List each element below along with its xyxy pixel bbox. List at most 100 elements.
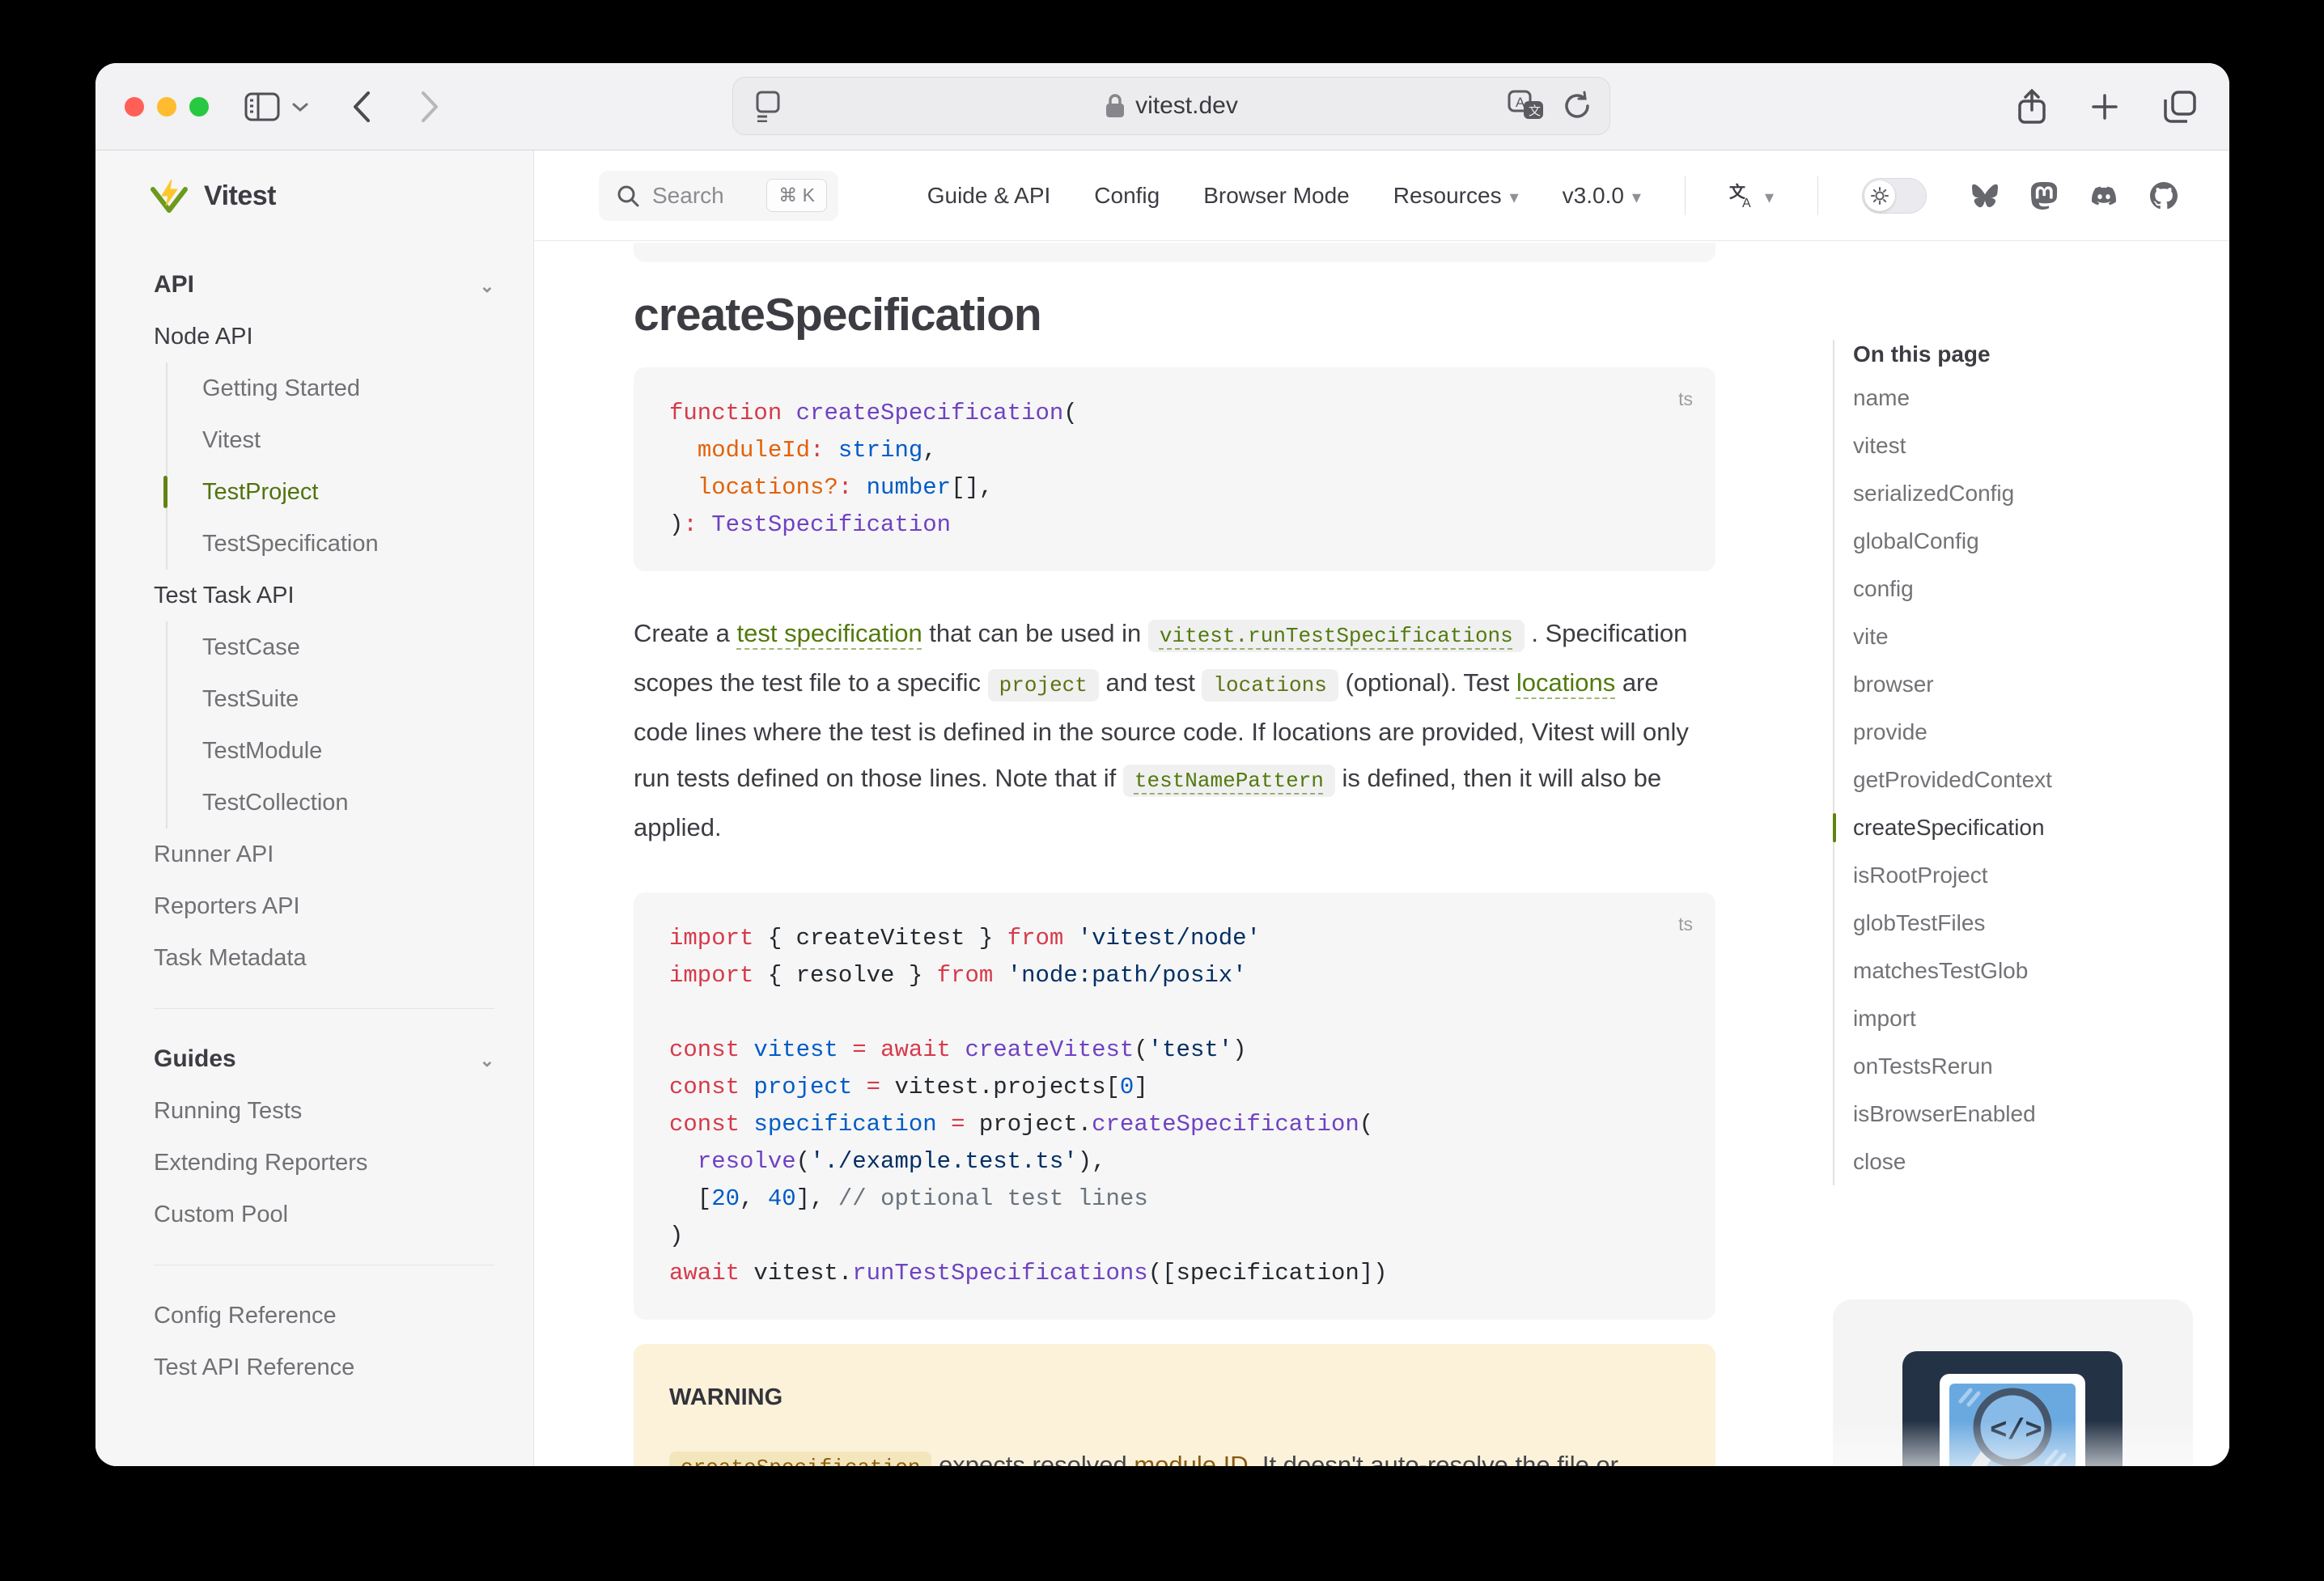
search-button[interactable]: Search ⌘ K (599, 171, 838, 221)
sidebar-item-task-metadata[interactable]: Task Metadata (154, 932, 494, 984)
inline-code-link[interactable]: vitest.runTestSpecifications (1148, 620, 1525, 652)
sidebar-item-getting-started[interactable]: Getting Started (202, 362, 494, 414)
code-lang-badge: ts (1678, 380, 1693, 418)
outline-item-close[interactable]: close (1853, 1138, 2193, 1185)
sidebar-nav: API ⌄ Node API Getting StartedVitestTestPro… (95, 241, 533, 1393)
sidebar-item-testcase[interactable]: TestCase (202, 621, 494, 673)
sponsor-card[interactable]: </> (1833, 1299, 2193, 1466)
sidebar-item-reporters-api[interactable]: Reporters API (154, 880, 494, 932)
outline-item-globalconfig[interactable]: globalConfig (1853, 517, 2193, 565)
chevron-down-icon: ▾ (1765, 187, 1774, 208)
sidebar-item-testsuite[interactable]: TestSuite (202, 673, 494, 725)
browser-toolbar: vitest.dev A 文 (95, 63, 2229, 150)
warning-title: WARNING (669, 1375, 1680, 1421)
sidebar-item-extending-reporters[interactable]: Extending Reporters (154, 1137, 494, 1189)
outline-item-vite[interactable]: vite (1853, 612, 2193, 660)
inline-code-link[interactable]: testNamePattern (1123, 765, 1335, 797)
doc-link[interactable]: locations (1516, 668, 1615, 697)
chevron-down-icon[interactable]: ⌄ (480, 1050, 494, 1071)
sidebar-toggle-icon[interactable] (244, 92, 280, 121)
lock-icon (1105, 93, 1126, 119)
outline-item-matchestestglob[interactable]: matchesTestGlob (1853, 947, 2193, 994)
outline-item-isrootproject[interactable]: isRootProject (1853, 851, 2193, 899)
browser-window: vitest.dev A 文 (95, 63, 2229, 1466)
sidebar-item-label: API (154, 271, 194, 299)
sidebar-item-label: Node API (154, 324, 253, 350)
logo-text: Vitest (204, 180, 276, 212)
sidebar-item-api[interactable]: API ⌄ (154, 259, 494, 311)
doc-link[interactable]: module ID (1134, 1451, 1248, 1466)
new-tab-icon[interactable] (2090, 92, 2119, 121)
sidebar-item-testcollection[interactable]: TestCollection (202, 777, 494, 829)
logo[interactable]: Vitest (95, 150, 533, 241)
sidebar-item-testproject[interactable]: TestProject (202, 466, 494, 518)
code-line: import { resolve } from 'node:path/posix… (669, 957, 1680, 994)
tab-overview-icon[interactable] (2163, 90, 2197, 124)
search-label: Search (652, 183, 724, 209)
nav-link-config[interactable]: Config (1094, 183, 1160, 209)
code-line: await vitest.runTestSpecifications([spec… (669, 1255, 1680, 1292)
code-line: function createSpecification( (669, 395, 1680, 432)
sidebar-item-node-api[interactable]: Node API (154, 311, 494, 362)
back-button[interactable] (351, 90, 372, 124)
sidebar-item-label: TestCase (202, 634, 300, 661)
outline-item-provide[interactable]: provide (1853, 708, 2193, 756)
address-bar[interactable]: vitest.dev A 文 (732, 77, 1610, 135)
sidebar-item-testmodule[interactable]: TestModule (202, 725, 494, 777)
github-icon[interactable] (2150, 182, 2178, 210)
outline-item-config[interactable]: config (1853, 565, 2193, 612)
nav-link-guide-api[interactable]: Guide & API (927, 183, 1051, 209)
outline-item-name[interactable]: name (1853, 374, 2193, 422)
outline-item-browser[interactable]: browser (1853, 660, 2193, 708)
outline-item-ontestsrerun[interactable]: onTestsRerun (1853, 1042, 2193, 1090)
sidebar-chevron-icon[interactable] (291, 101, 309, 112)
minimize-window-button[interactable] (157, 97, 176, 117)
chevron-down-icon[interactable]: ⌄ (480, 276, 494, 297)
outline-item-isbrowserenabled[interactable]: isBrowserEnabled (1853, 1090, 2193, 1138)
text: Create a (634, 619, 737, 647)
outline-item-serializedconfig[interactable]: serializedConfig (1853, 469, 2193, 517)
sidebar-item-custom-pool[interactable]: Custom Pool (154, 1189, 494, 1240)
code-line: ): TestSpecification (669, 507, 1680, 544)
sidebar-item-config-reference[interactable]: Config Reference (154, 1290, 494, 1342)
nav-link-resources[interactable]: Resources▾ (1393, 183, 1519, 209)
zoom-window-button[interactable] (189, 97, 209, 117)
discord-icon[interactable] (2089, 184, 2119, 208)
outline-item-getprovidedcontext[interactable]: getProvidedContext (1853, 756, 2193, 803)
code-line: const specification = project.createSpec… (669, 1106, 1680, 1143)
language-menu[interactable]: 文 A ▾ (1729, 183, 1774, 209)
outline-item-globtestfiles[interactable]: globTestFiles (1853, 899, 2193, 947)
code-block-signature: ts function createSpecification( moduleI… (634, 367, 1715, 571)
page-title: createSpecification (634, 288, 1715, 341)
sidebar-item-label: Runner API (154, 841, 274, 868)
code-line: [20, 40], // optional test lines (669, 1180, 1680, 1218)
sidebar-item-testspecification[interactable]: TestSpecification (202, 518, 494, 570)
divider (1817, 176, 1818, 215)
sidebar-item-test-task-api[interactable]: Test Task API (154, 570, 494, 621)
code-line: resolve('./example.test.ts'), (669, 1143, 1680, 1180)
forward-button[interactable] (419, 90, 440, 124)
outline-item-import[interactable]: import (1853, 994, 2193, 1042)
nav-link-browser-mode[interactable]: Browser Mode (1203, 183, 1350, 209)
share-icon[interactable] (2017, 89, 2046, 125)
vitest-logo-icon (151, 178, 188, 214)
doc-link[interactable]: test specification (737, 619, 922, 647)
nav-link-v3-0-0[interactable]: v3.0.0▾ (1563, 183, 1641, 209)
sidebar-item-label: Test API Reference (154, 1354, 354, 1381)
page: Vitest API⌄Node APIGetting StartedVitest… (95, 150, 2229, 1466)
outline-item-vitest[interactable]: vitest (1853, 422, 2193, 469)
close-window-button[interactable] (125, 97, 144, 117)
text: expects resolved (931, 1451, 1134, 1466)
outline-item-createspecification[interactable]: createSpecification (1853, 803, 2193, 851)
sidebar-item-test-api-reference[interactable]: Test API Reference (154, 1342, 494, 1393)
sidebar-item-guides[interactable]: Guides⌄ (154, 1033, 494, 1085)
divider (1685, 176, 1686, 215)
sidebar-item-running-tests[interactable]: Running Tests (154, 1085, 494, 1137)
sidebar-item-runner-api[interactable]: Runner API (154, 829, 494, 880)
mastodon-icon[interactable] (2030, 182, 2058, 210)
doc-content: createSpecification ts function createSp… (634, 241, 1715, 1466)
theme-toggle[interactable] (1862, 178, 1927, 214)
bluesky-icon[interactable] (1970, 183, 2000, 209)
sidebar-item-vitest[interactable]: Vitest (202, 414, 494, 466)
text: and test (1099, 668, 1202, 697)
